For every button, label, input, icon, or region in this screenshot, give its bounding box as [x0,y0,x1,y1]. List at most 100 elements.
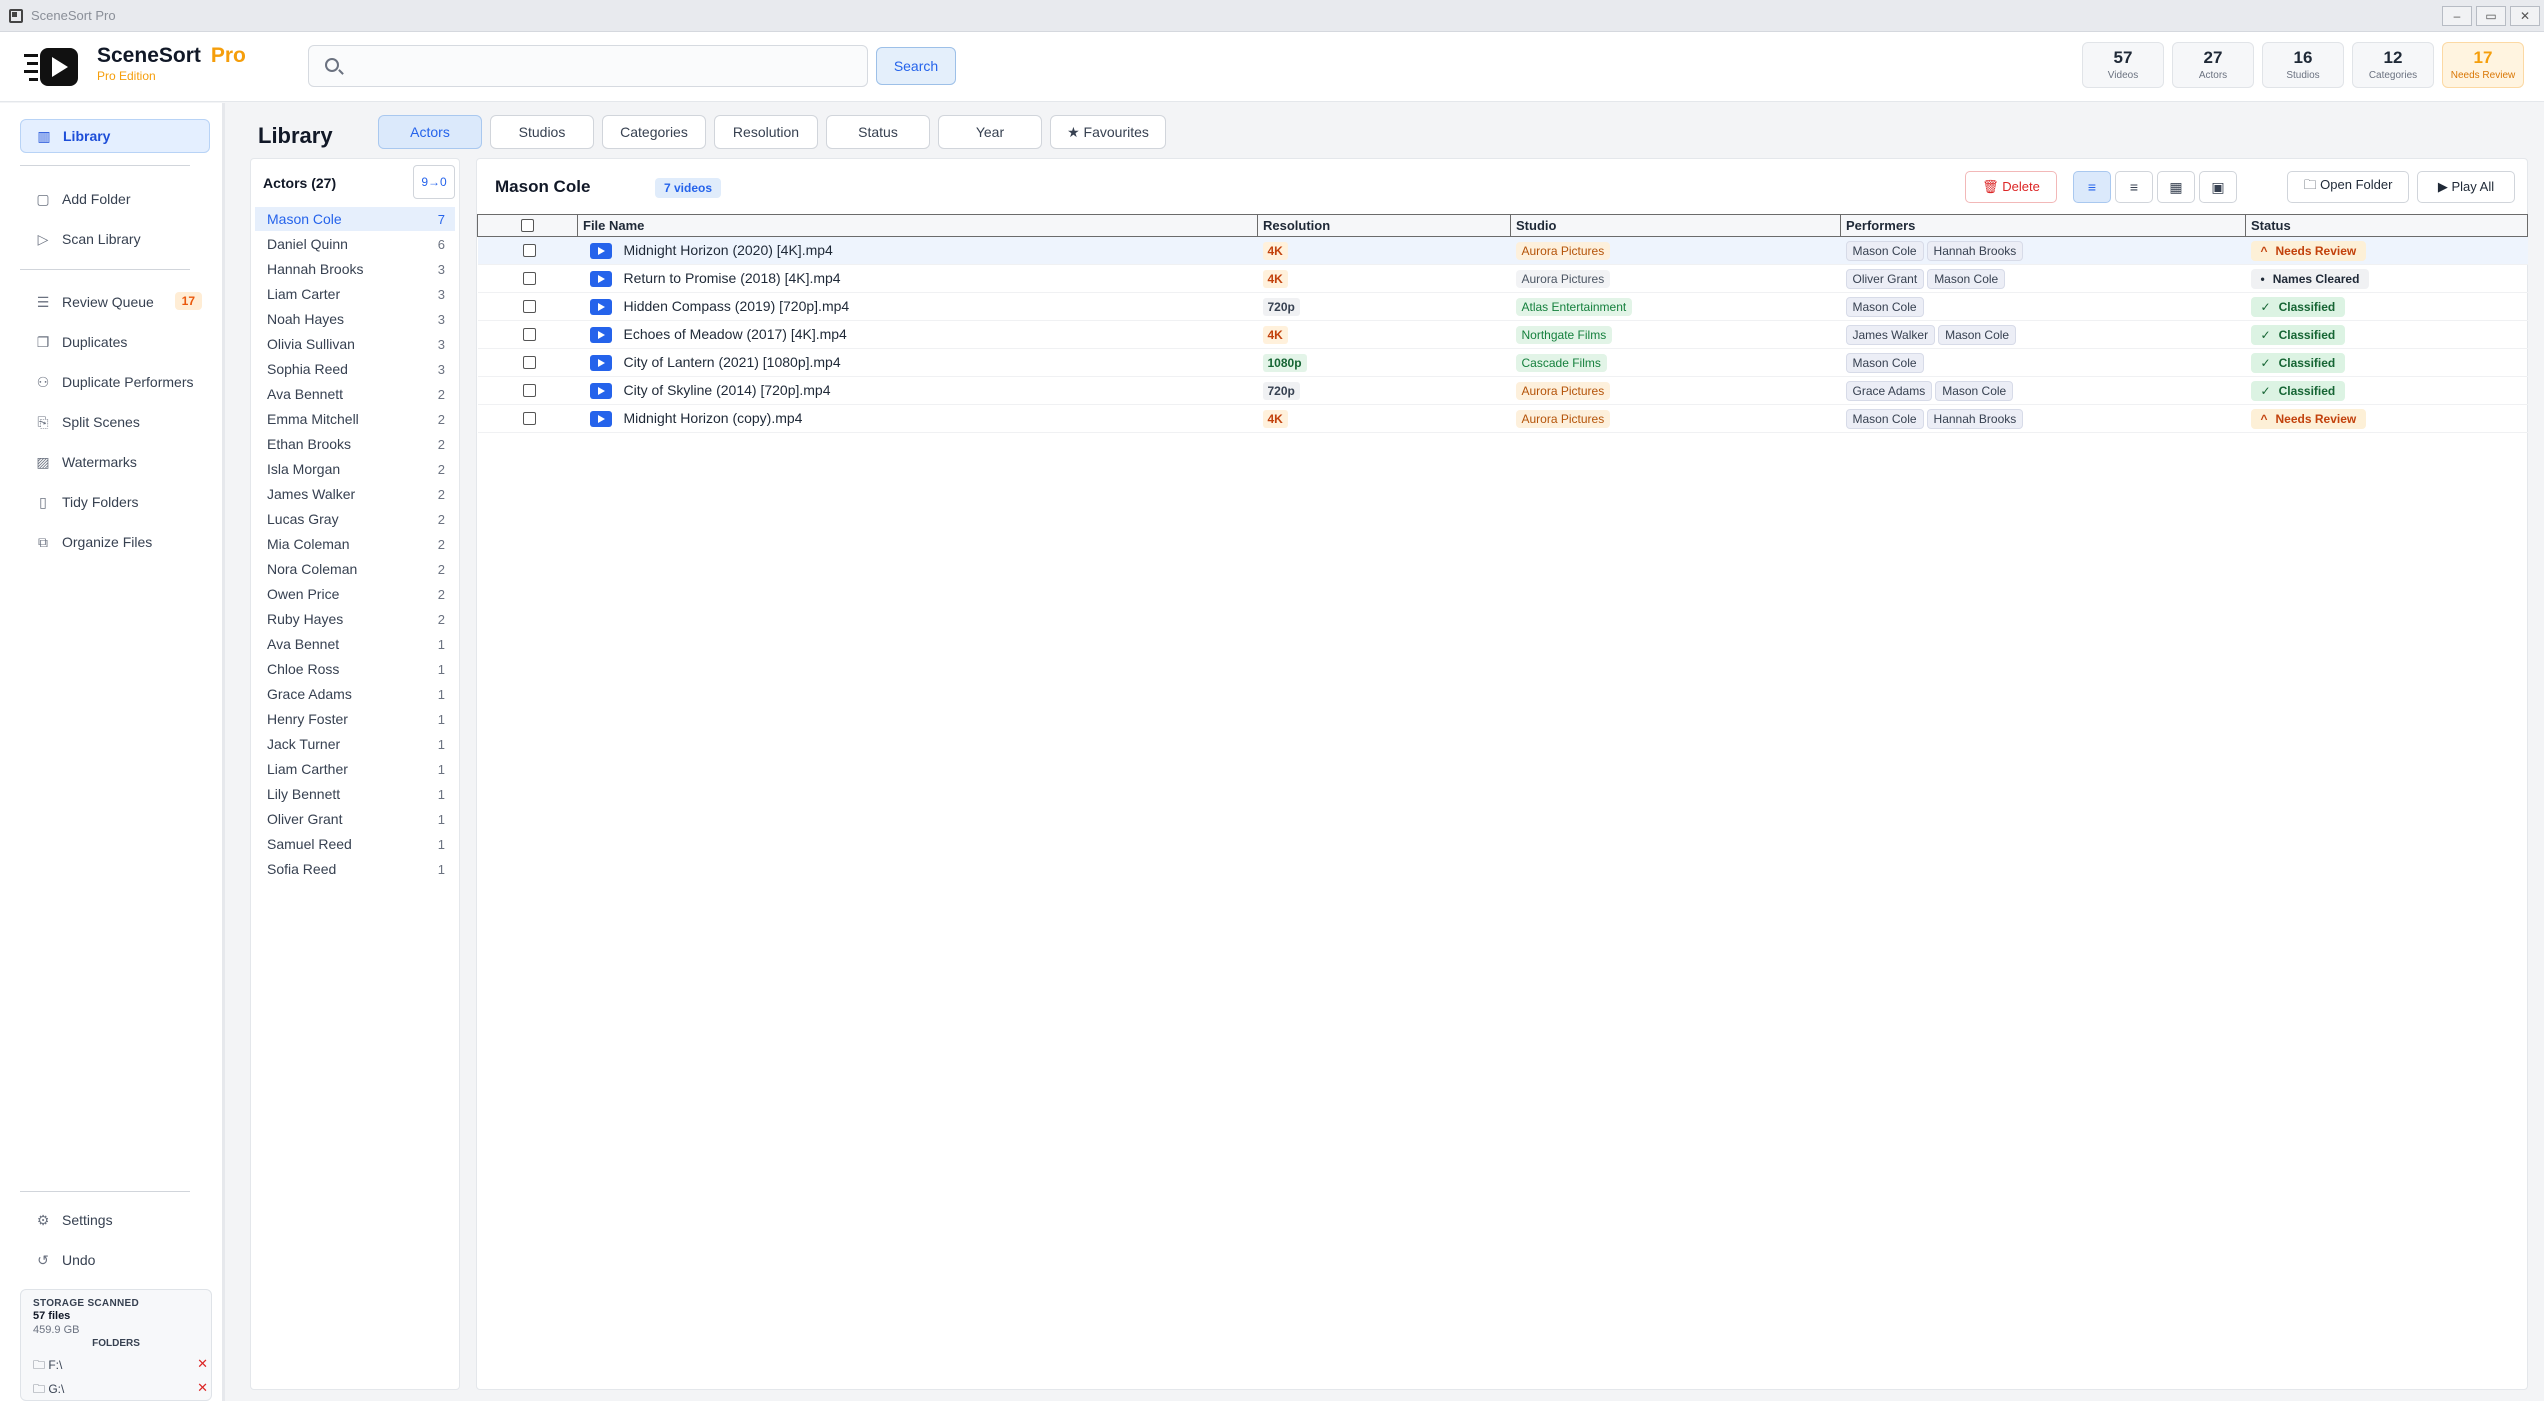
table-row[interactable]: Hidden Compass (2019) [720p].mp4 720p Atla… [477,292,2528,321]
sidebar-item-organize-files[interactable]: ⧉ Organize Files [20,525,210,559]
actor-list-item[interactable]: Liam Carther 1 [255,757,455,781]
table-row[interactable]: Return to Promise (2018) [4K].mp4 4K Auror… [477,264,2528,293]
tab-status[interactable]: Status [826,115,930,149]
actor-list-item[interactable]: Mia Coleman 2 [255,532,455,556]
sidebar-item-duplicate-performers[interactable]: ⚇ Duplicate Performers [20,365,210,399]
tab-studios[interactable]: Studios [490,115,594,149]
row-checkbox[interactable] [522,244,536,257]
search-input[interactable] [353,46,853,86]
actor-list-item[interactable]: Chloe Ross 1 [255,657,455,681]
delete-button[interactable]: 🗑 Delete [1965,171,2057,203]
sidebar-item-undo[interactable]: ↺ Undo [20,1243,210,1277]
studio-tag[interactable]: Aurora Pictures [1515,241,1611,260]
sidebar-item-split-scenes[interactable]: ⎘ Split Scenes [20,405,210,439]
file-name-cell[interactable]: Midnight Horizon (2020) [4K].mp4 [577,236,1258,265]
actor-list-item[interactable]: Nora Coleman 2 [255,557,455,581]
row-checkbox[interactable] [522,412,536,425]
search-button[interactable]: Search [876,47,956,85]
sidebar-item-duplicates[interactable]: ❐ Duplicates [20,325,210,359]
column-header-status[interactable]: Status [2245,214,2528,237]
row-checkbox[interactable] [522,384,536,397]
select-all-header[interactable] [477,214,578,237]
actor-list-item[interactable]: Olivia Sullivan 3 [255,332,455,356]
tab-actors[interactable]: Actors [378,115,482,149]
remove-folder-button[interactable]: ✕ [197,1356,208,1372]
column-header-file-name[interactable]: File Name [577,214,1258,237]
stat-videos[interactable]: 57 Videos [2082,42,2164,88]
column-header-resolution[interactable]: Resolution [1257,214,1511,237]
file-name-cell[interactable]: Midnight Horizon (copy).mp4 [577,404,1258,433]
performer-tag[interactable]: Mason Cole [1938,324,2017,345]
play-icon[interactable] [589,411,612,428]
table-row[interactable]: Echoes of Meadow (2017) [4K].mp4 4K Northg… [477,320,2528,349]
actor-list-item[interactable]: Grace Adams 1 [255,682,455,706]
performer-tag[interactable]: James Walker [1845,324,1936,345]
view-thumbnail-button[interactable]: ▣ [2199,171,2237,203]
studio-tag[interactable]: Atlas Entertainment [1515,297,1633,316]
actor-list-item[interactable]: Isla Morgan 2 [255,457,455,481]
stat-actors[interactable]: 27 Actors [2172,42,2254,88]
minimize-button[interactable]: – [2442,6,2472,26]
studio-tag[interactable]: Aurora Pictures [1515,409,1611,428]
actor-list-item[interactable]: Ruby Hayes 2 [255,607,455,631]
sidebar-item-review-queue[interactable]: ☰ Review Queue 17 [20,285,210,319]
sidebar-item-scan-library[interactable]: ▷ Scan Library [20,222,210,256]
table-row[interactable]: Midnight Horizon (2020) [4K].mp4 4K Aurora… [477,236,2528,265]
actor-list-item[interactable]: Jack Turner 1 [255,732,455,756]
table-row[interactable]: Midnight Horizon (copy).mp4 4K Aurora Pict… [477,404,2528,433]
actor-list-item[interactable]: Sofia Reed 1 [255,857,455,881]
studio-tag[interactable]: Aurora Pictures [1515,381,1611,400]
sidebar-item-library[interactable]: ▥ Library [20,119,210,153]
actor-list-item[interactable]: Emma Mitchell 2 [255,407,455,431]
tab-year[interactable]: Year [938,115,1042,149]
stat-needs-review[interactable]: 17 Needs Review [2442,42,2524,88]
file-name-cell[interactable]: Return to Promise (2018) [4K].mp4 [577,264,1258,293]
column-header-studio[interactable]: Studio [1510,214,1841,237]
column-header-performers[interactable]: Performers [1840,214,2246,237]
actor-list-item[interactable]: Ava Bennet 1 [255,632,455,656]
row-checkbox[interactable] [522,356,536,369]
performer-tag[interactable]: Mason Cole [1845,408,1924,429]
select-all-checkbox[interactable] [521,219,534,232]
performer-tag[interactable]: Mason Cole [1845,352,1924,373]
performer-tag[interactable]: Mason Cole [1935,380,2014,401]
view-grid-button[interactable]: ▦ [2157,171,2195,203]
stat-categories[interactable]: 12 Categories [2352,42,2434,88]
actor-list-item[interactable]: Ava Bennett 2 [255,382,455,406]
tab-categories[interactable]: Categories [602,115,706,149]
actor-list-item[interactable]: Lily Bennett 1 [255,782,455,806]
performer-tag[interactable]: Hannah Brooks [1926,408,2024,429]
performer-tag[interactable]: Mason Cole [1927,268,2006,289]
file-name-cell[interactable]: Echoes of Meadow (2017) [4K].mp4 [577,320,1258,349]
performer-tag[interactable]: Oliver Grant [1845,268,1925,289]
file-name-cell[interactable]: City of Skyline (2014) [720p].mp4 [577,376,1258,405]
row-checkbox[interactable] [522,272,536,285]
play-icon[interactable] [589,299,612,316]
file-name-cell[interactable]: Hidden Compass (2019) [720p].mp4 [577,292,1258,321]
row-checkbox[interactable] [522,300,536,313]
play-all-button[interactable]: ▶ Play All [2417,171,2515,203]
play-icon[interactable] [589,355,612,372]
file-name-cell[interactable]: City of Lantern (2021) [1080p].mp4 [577,348,1258,377]
open-folder-button[interactable]: 🗀 Open Folder [2287,171,2409,203]
play-icon[interactable] [589,271,612,288]
actor-list-item[interactable]: Liam Carter 3 [255,282,455,306]
actor-list-item[interactable]: Lucas Gray 2 [255,507,455,531]
maximize-button[interactable]: ▭ [2476,6,2506,26]
tab-favourites[interactable]: ★ Favourites [1050,115,1166,149]
stat-studios[interactable]: 16 Studios [2262,42,2344,88]
actor-list-item[interactable]: Samuel Reed 1 [255,832,455,856]
sort-button[interactable]: 9→0 [413,165,455,199]
tab-resolution[interactable]: Resolution [714,115,818,149]
sidebar-item-tidy-folders[interactable]: ▯ Tidy Folders [20,485,210,519]
play-icon[interactable] [589,383,612,400]
table-row[interactable]: City of Skyline (2014) [720p].mp4 720p Aur… [477,376,2528,405]
studio-tag[interactable]: Aurora Pictures [1515,269,1611,288]
row-checkbox[interactable] [522,328,536,341]
actor-list-item[interactable]: Owen Price 2 [255,582,455,606]
actor-list-item[interactable]: James Walker 2 [255,482,455,506]
actor-list-item[interactable]: Ethan Brooks 2 [255,432,455,456]
sidebar-item-watermarks[interactable]: ▨ Watermarks [20,445,210,479]
view-details-button[interactable]: ≡ [2073,171,2111,203]
sidebar-item-settings[interactable]: ⚙ Settings [20,1203,210,1237]
